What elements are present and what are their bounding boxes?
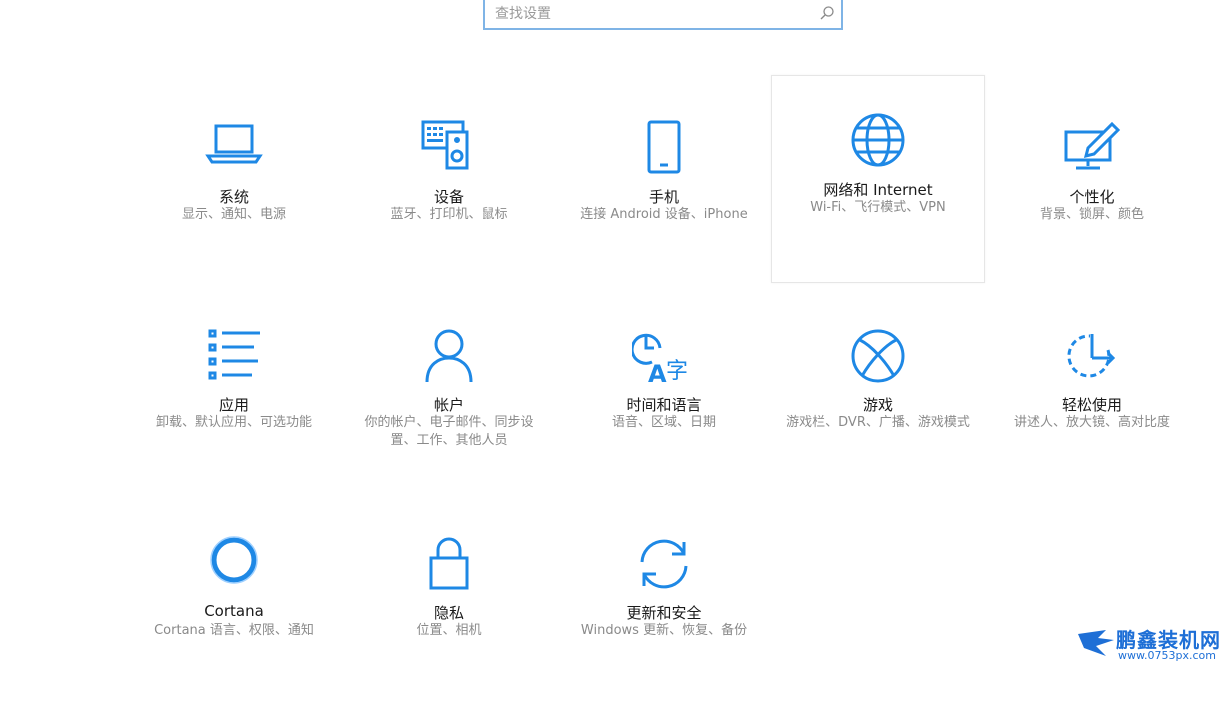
tile-description: 你的帐户、电子邮件、同步设置、工作、其他人员 <box>364 415 534 448</box>
personalization-icon <box>1060 120 1124 184</box>
tile-description: 连接 Android 设备、iPhone <box>580 207 748 222</box>
tile-personalization[interactable]: 个性化 背景、锁屏、颜色 <box>985 84 1199 292</box>
xbox-icon <box>846 328 910 392</box>
ease-of-access-icon <box>1060 328 1124 392</box>
cortana-icon <box>202 536 266 600</box>
tile-time-language[interactable]: A 字 时间和语言 语音、区域、日期 <box>557 292 771 500</box>
tile-title: 轻松使用 <box>1061 396 1122 414</box>
update-icon <box>632 536 696 600</box>
tile-title: 应用 <box>218 396 249 414</box>
tile-system[interactable]: 系统 显示、通知、电源 <box>127 84 341 292</box>
tile-title: 个性化 <box>1069 188 1115 206</box>
tile-ease-of-access[interactable]: 轻松使用 讲述人、放大镜、高对比度 <box>985 292 1199 500</box>
globe-icon <box>846 113 910 177</box>
tile-gaming[interactable]: 游戏 游戏栏、DVR、广播、游戏模式 <box>771 292 985 500</box>
devices-icon <box>417 120 481 184</box>
tile-cortana[interactable]: Cortana Cortana 语言、权限、通知 <box>127 500 341 708</box>
tile-network[interactable]: 网络和 Internet Wi-Fi、飞行模式、VPN <box>771 75 985 283</box>
tile-phone[interactable]: 手机 连接 Android 设备、iPhone <box>557 84 771 292</box>
tile-description: Windows 更新、恢复、备份 <box>580 623 748 638</box>
lock-icon <box>417 536 481 600</box>
tile-privacy[interactable]: 隐私 位置、相机 <box>342 500 556 708</box>
tile-title: 手机 <box>648 188 679 206</box>
watermark: 鹏鑫装机网 www.0753px.com <box>1076 624 1226 664</box>
laptop-icon <box>202 120 266 184</box>
tile-title: 时间和语言 <box>626 396 702 414</box>
tile-description: 卸载、默认应用、可选功能 <box>155 415 312 430</box>
tile-description: 语音、区域、日期 <box>611 415 716 430</box>
search-input[interactable] <box>495 3 805 25</box>
watermark-url: www.0753px.com <box>1118 649 1216 662</box>
svg-text:A: A <box>648 360 667 388</box>
tile-title: 游戏 <box>862 396 893 414</box>
watermark-logo-icon <box>1078 630 1114 656</box>
tile-description: 讲述人、放大镜、高对比度 <box>1013 415 1170 430</box>
search-box[interactable] <box>483 0 843 30</box>
search-icon <box>820 6 834 20</box>
tile-devices[interactable]: 设备 蓝牙、打印机、鼠标 <box>342 84 556 292</box>
tile-title: 网络和 Internet <box>823 181 933 199</box>
tile-title: 帐户 <box>433 396 464 414</box>
time-language-icon: A 字 <box>632 328 696 392</box>
tile-description: 游戏栏、DVR、广播、游戏模式 <box>786 415 970 430</box>
apps-list-icon <box>202 328 266 392</box>
tile-title: Cortana <box>204 602 264 620</box>
person-icon <box>417 328 481 392</box>
tile-title: 系统 <box>218 188 249 206</box>
tile-title: 设备 <box>433 188 464 206</box>
tile-description: Wi-Fi、飞行模式、VPN <box>810 200 946 215</box>
tile-update-security[interactable]: 更新和安全 Windows 更新、恢复、备份 <box>557 500 771 708</box>
tile-accounts[interactable]: 帐户 你的帐户、电子邮件、同步设置、工作、其他人员 <box>342 292 556 500</box>
tile-title: 隐私 <box>433 604 464 622</box>
tile-title: 更新和安全 <box>626 604 702 622</box>
tile-description: 蓝牙、打印机、鼠标 <box>390 207 508 222</box>
tile-description: 背景、锁屏、颜色 <box>1039 207 1144 222</box>
phone-icon <box>632 120 696 184</box>
svg-text:字: 字 <box>666 359 688 384</box>
tile-apps[interactable]: 应用 卸载、默认应用、可选功能 <box>127 292 341 500</box>
tile-description: Cortana 语言、权限、通知 <box>154 623 314 638</box>
tile-description: 位置、相机 <box>416 623 482 638</box>
tile-description: 显示、通知、电源 <box>181 207 286 222</box>
